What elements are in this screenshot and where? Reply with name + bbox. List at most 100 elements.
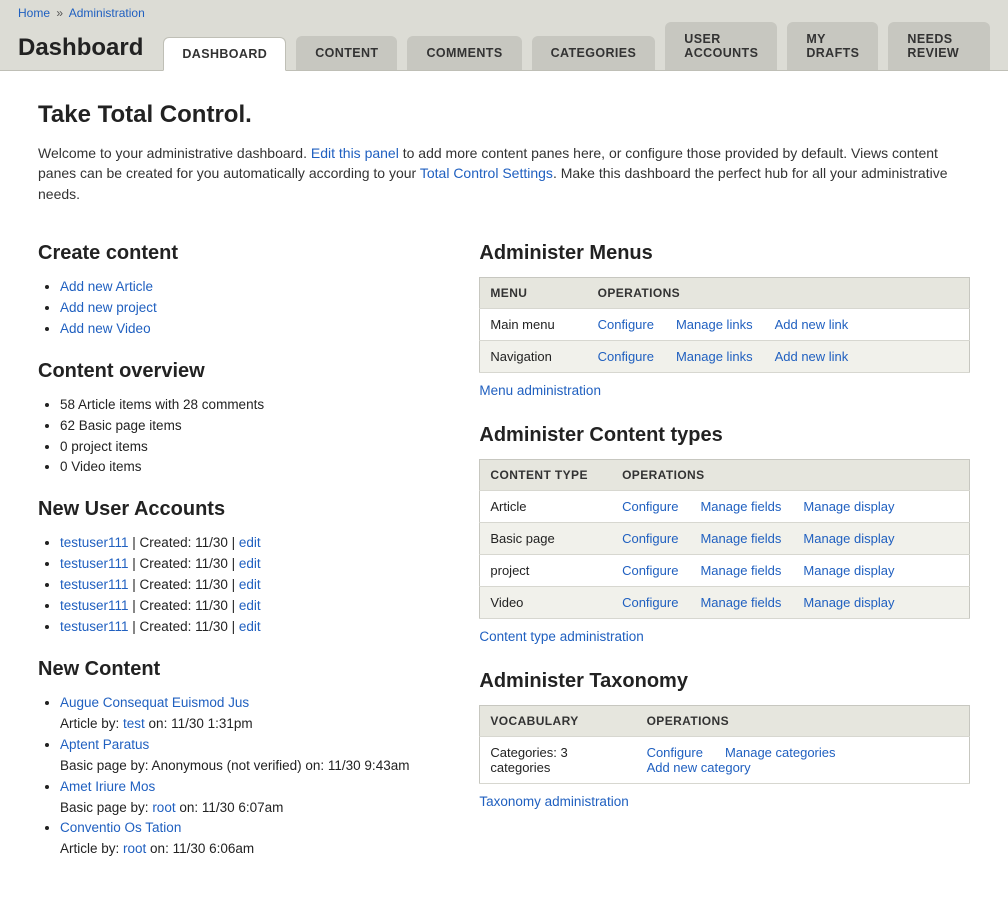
user-edit-link[interactable]: edit <box>239 577 261 592</box>
operation-link[interactable]: Configure <box>598 317 654 332</box>
content-author-link[interactable]: test <box>123 716 145 731</box>
row-operations: Configure Manage links Add new link <box>588 308 970 340</box>
user-link[interactable]: testuser111 <box>60 598 129 613</box>
list-item: Augue Consequat Euismod Jus Article by: t… <box>60 693 439 735</box>
breadcrumb-home[interactable]: Home <box>18 6 50 20</box>
total-control-settings-link[interactable]: Total Control Settings <box>420 165 553 181</box>
menu-administration-link[interactable]: Menu administration <box>479 383 601 398</box>
list-item: Amet Iriure MosBasic page by: root on: 1… <box>60 777 439 819</box>
content-types-table: CONTENT TYPE OPERATIONS ArticleConfigure… <box>479 459 970 619</box>
operation-link[interactable]: Manage categories <box>725 745 836 760</box>
operation-link[interactable]: Manage display <box>803 563 894 578</box>
operation-link[interactable]: Configure <box>622 563 678 578</box>
menus-th-ops: OPERATIONS <box>588 277 970 308</box>
row-name: Navigation <box>480 340 588 372</box>
intro-text-1: Welcome to your administrative dashboard… <box>38 145 311 161</box>
operation-link[interactable]: Manage links <box>676 349 753 364</box>
taxonomy-table: VOCABULARY OPERATIONS Categories: 3 cate… <box>479 705 970 784</box>
operation-link[interactable]: Add new link <box>775 317 849 332</box>
tab-dashboard[interactable]: DASHBOARD <box>163 37 286 71</box>
edit-panel-link[interactable]: Edit this panel <box>311 145 399 161</box>
content-meta: Basic page by: Anonymous (not verified) … <box>60 758 409 773</box>
list-item: 0 project items <box>60 437 439 458</box>
operation-link[interactable]: Manage links <box>676 317 753 332</box>
operation-link[interactable]: Configure <box>622 531 678 546</box>
content-meta: Basic page by: <box>60 800 152 815</box>
create-content-link[interactable]: Add new Article <box>60 279 153 294</box>
list-item: testuser111 | Created: 11/30 | edit <box>60 575 439 596</box>
new-users-title: New User Accounts <box>38 498 439 521</box>
user-link[interactable]: testuser111 <box>60 619 129 634</box>
table-row: Main menu Configure Manage links Add new li… <box>480 308 970 340</box>
list-item: Aptent Paratus Basic page by: Anonymous (… <box>60 735 439 777</box>
operation-link[interactable]: Manage fields <box>700 499 781 514</box>
content-types-th-ops: OPERATIONS <box>612 459 969 490</box>
operation-link[interactable]: Configure <box>622 595 678 610</box>
content-author-link[interactable]: root <box>152 800 175 815</box>
content-author-link[interactable]: root <box>123 841 146 856</box>
content-title-link[interactable]: Amet Iriure Mos <box>60 779 155 794</box>
list-item: 58 Article items with 28 comments <box>60 395 439 416</box>
content-title-link[interactable]: Aptent Paratus <box>60 737 149 752</box>
user-edit-link[interactable]: edit <box>239 598 261 613</box>
tab-my-drafts[interactable]: MY DRAFTS <box>787 22 878 70</box>
user-meta: | Created: 11/30 | <box>129 535 239 550</box>
operation-link[interactable]: Add new link <box>775 349 849 364</box>
create-content-link[interactable]: Add new Video <box>60 321 151 336</box>
row-operations: Configure Manage categoriesAdd new catego… <box>637 736 970 783</box>
user-meta: | Created: 11/30 | <box>129 598 239 613</box>
tab-categories[interactable]: CATEGORIES <box>532 36 656 70</box>
create-content-link[interactable]: Add new project <box>60 300 157 315</box>
user-edit-link[interactable]: edit <box>239 535 261 550</box>
user-edit-link[interactable]: edit <box>239 619 261 634</box>
operation-link[interactable]: Configure <box>622 499 678 514</box>
operation-link[interactable]: Manage display <box>803 531 894 546</box>
list-item: Add new Article <box>60 277 439 298</box>
user-link[interactable]: testuser111 <box>60 556 129 571</box>
list-item: testuser111 | Created: 11/30 | edit <box>60 533 439 554</box>
row-operations: Configure Manage fields Manage display <box>612 554 969 586</box>
taxonomy-administration-link[interactable]: Taxonomy administration <box>479 794 628 809</box>
tab-needs-review[interactable]: NEEDS REVIEW <box>888 22 990 70</box>
list-item: testuser111 | Created: 11/30 | edit <box>60 617 439 638</box>
table-row: ArticleConfigureManage fieldsManage disp… <box>480 490 970 522</box>
section-title: Take Total Control. <box>38 101 970 129</box>
content-types-th-type: CONTENT TYPE <box>480 459 612 490</box>
row-operations: Configure Manage fields Manage display <box>612 586 969 618</box>
new-content-title: New Content <box>38 658 439 681</box>
operation-link[interactable]: Configure <box>598 349 654 364</box>
tab-bar: DASHBOARD CONTENT COMMENTS CATEGORIES USER A… <box>163 22 990 70</box>
tab-comments[interactable]: COMMENTS <box>407 36 521 70</box>
taxonomy-th-ops: OPERATIONS <box>637 705 970 736</box>
content-title-link[interactable]: Conventio Os Tation <box>60 820 181 835</box>
operation-link[interactable]: Configure <box>647 745 703 760</box>
breadcrumb-admin[interactable]: Administration <box>69 6 145 20</box>
user-edit-link[interactable]: edit <box>239 556 261 571</box>
operation-link[interactable]: Manage fields <box>700 595 781 610</box>
user-link[interactable]: testuser111 <box>60 577 129 592</box>
user-link[interactable]: testuser111 <box>60 535 129 550</box>
operation-link[interactable]: Add new category <box>647 760 751 775</box>
breadcrumb: Home » Administration <box>18 6 990 22</box>
tab-user-accounts[interactable]: USER ACCOUNTS <box>665 22 777 70</box>
table-row: VideoConfigureManage fieldsManage displa… <box>480 586 970 618</box>
administer-content-types-title: Administer Content types <box>479 424 970 447</box>
row-name: Main menu <box>480 308 588 340</box>
content-title-link[interactable]: Augue Consequat Euismod Jus <box>60 695 249 710</box>
content-meta: Article by: <box>60 716 123 731</box>
menus-th-menu: MENU <box>480 277 588 308</box>
administer-menus-title: Administer Menus <box>479 242 970 265</box>
list-item: Add new project <box>60 298 439 319</box>
row-name: Basic page <box>480 522 612 554</box>
content-overview-list: 58 Article items with 28 comments62 Basi… <box>38 395 439 479</box>
operation-link[interactable]: Manage display <box>803 595 894 610</box>
operation-link[interactable]: Manage fields <box>700 531 781 546</box>
new-users-list: testuser111 | Created: 11/30 | edittestu… <box>38 533 439 638</box>
table-row: Categories: 3 categoriesConfigureManage … <box>480 736 970 783</box>
operation-link[interactable]: Manage fields <box>700 563 781 578</box>
list-item: 0 Video items <box>60 457 439 478</box>
content-type-administration-link[interactable]: Content type administration <box>479 629 643 644</box>
tab-content[interactable]: CONTENT <box>296 36 397 70</box>
table-row: projectConfigureManage fieldsManage disp… <box>480 554 970 586</box>
operation-link[interactable]: Manage display <box>803 499 894 514</box>
